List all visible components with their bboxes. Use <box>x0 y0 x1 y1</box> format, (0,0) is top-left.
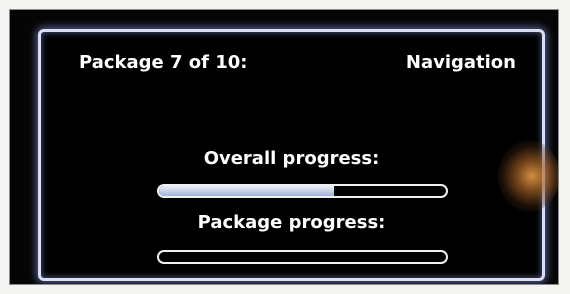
overall-progress-fill <box>159 186 335 196</box>
package-counter-label: Package 7 of 10: <box>79 52 248 73</box>
package-progress-label: Package progress: <box>197 212 386 233</box>
overall-progress-label: Overall progress: <box>203 148 380 169</box>
photo-frame: Package 7 of 10: Navigation Overall prog… <box>9 9 559 285</box>
package-progress-bar <box>157 250 448 264</box>
overall-progress-bar <box>157 184 448 198</box>
package-name: Navigation <box>405 52 516 73</box>
update-screen: Package 7 of 10: Navigation Overall prog… <box>38 29 545 281</box>
